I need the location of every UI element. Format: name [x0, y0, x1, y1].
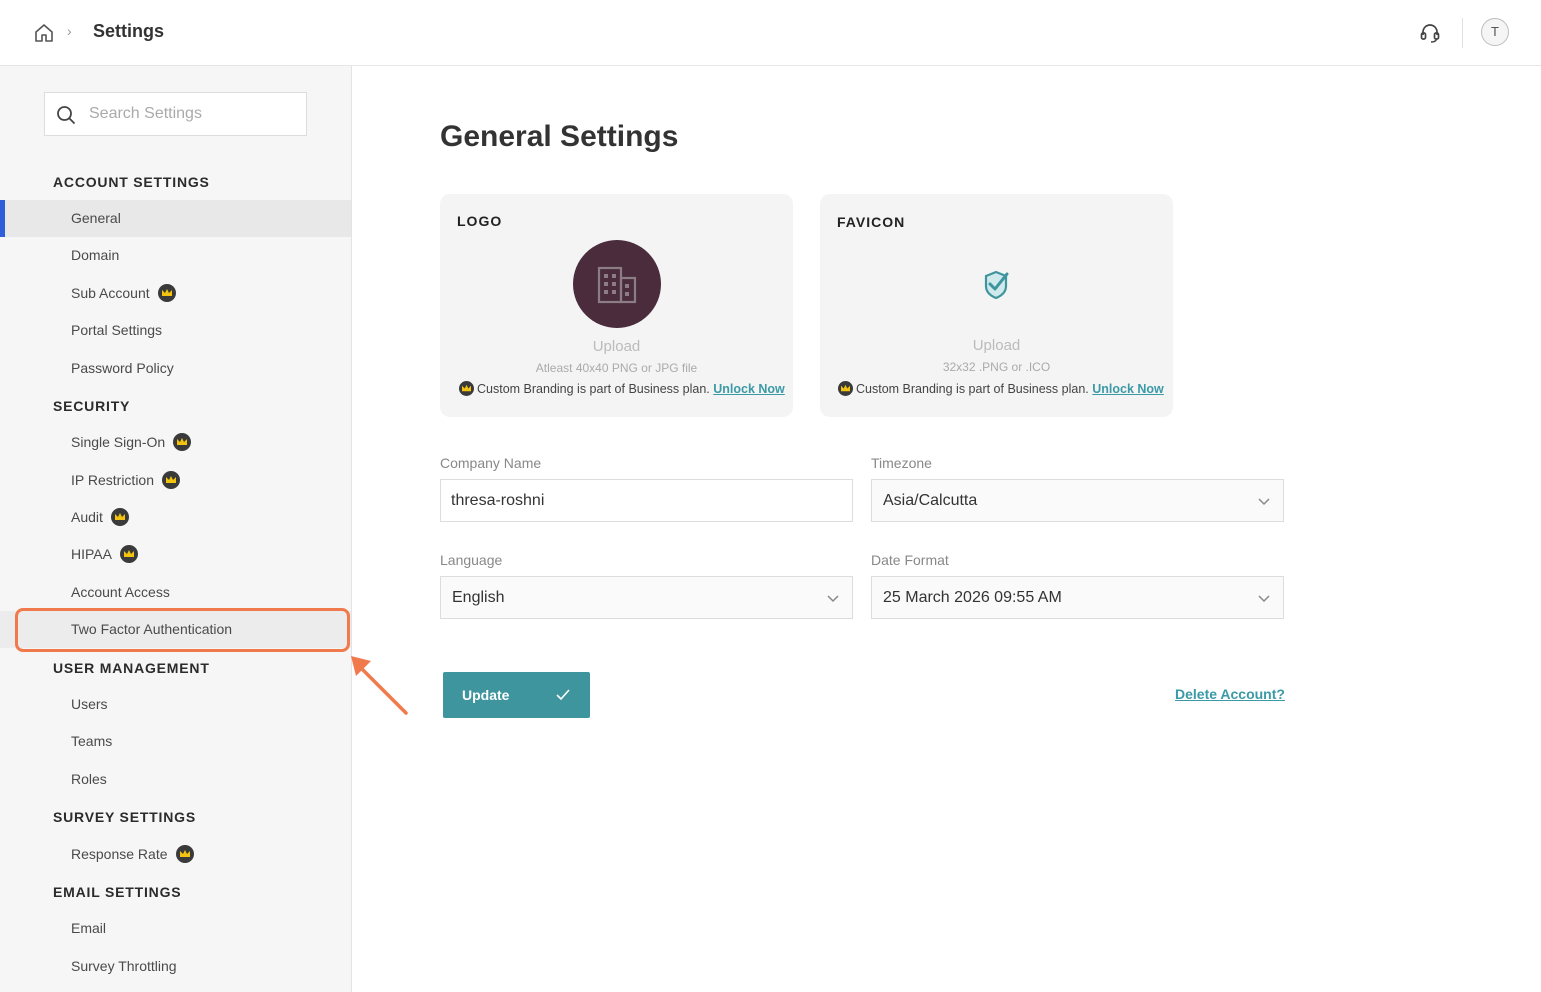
- crown-icon: [838, 381, 853, 397]
- section-security: SECURITY: [53, 398, 131, 414]
- sidebar-item-roles[interactable]: Roles: [0, 761, 351, 798]
- company-name-value: thresa-roshni: [451, 492, 545, 509]
- search-input[interactable]: [89, 93, 299, 135]
- sidebar-item-label: Account Access: [71, 584, 170, 600]
- search-box: [44, 92, 307, 136]
- section-account-settings: ACCOUNT SETTINGS: [53, 174, 210, 190]
- date-format-label: Date Format: [871, 552, 949, 568]
- chevron-right-icon: ›: [67, 23, 72, 39]
- favicon-plan-note: Custom Branding is part of Business plan…: [838, 381, 1164, 397]
- sidebar-item-survey-throttling[interactable]: Survey Throttling: [0, 948, 351, 985]
- plan-note-text: Custom Branding is part of Business plan…: [477, 382, 710, 396]
- crown-icon: [175, 845, 194, 864]
- company-name-field[interactable]: thresa-roshni: [440, 479, 853, 522]
- home-icon[interactable]: [33, 22, 55, 44]
- sidebar-item-label: Sub Account: [71, 285, 150, 301]
- language-label: Language: [440, 552, 503, 568]
- crown-icon: [459, 381, 474, 397]
- update-button[interactable]: Update: [443, 672, 590, 718]
- breadcrumb-title: Settings: [93, 21, 165, 41]
- language-value: English: [452, 589, 505, 606]
- logo-placeholder[interactable]: [573, 240, 661, 328]
- sidebar-item-response-rate[interactable]: Response Rate: [0, 836, 351, 873]
- favicon-card: FAVICON Upload 32x32 .PNG or .ICO Custom…: [820, 194, 1173, 417]
- sidebar-item-hipaa[interactable]: HIPAA: [0, 536, 351, 573]
- unlock-now-link[interactable]: Unlock Now: [713, 382, 785, 396]
- delete-account-link[interactable]: Delete Account?: [1175, 686, 1285, 702]
- sidebar-item-label: Response Rate: [71, 846, 168, 862]
- header-divider: [1462, 18, 1463, 48]
- sidebar-item-general[interactable]: General: [0, 200, 351, 237]
- date-format-select[interactable]: 25 March 2026 09:55 AM: [871, 576, 1284, 619]
- sidebar-item-teams[interactable]: Teams: [0, 723, 351, 760]
- favicon-card-title: FAVICON: [837, 214, 906, 230]
- sidebar-item-sub-account[interactable]: Sub Account: [0, 275, 351, 312]
- building-icon: [597, 266, 637, 304]
- crown-icon: [173, 433, 192, 452]
- sidebar-item-label: Audit: [71, 509, 103, 525]
- logo-upload[interactable]: Upload: [440, 338, 793, 355]
- headset-icon[interactable]: [1418, 21, 1442, 45]
- chevron-down-icon: [1258, 595, 1270, 603]
- search-icon: [57, 106, 75, 124]
- sidebar-item-domain[interactable]: Domain: [0, 237, 351, 274]
- logo-card: LOGO Upload Atleast 40x40 PNG or JPG fil…: [440, 194, 793, 417]
- sidebar-item-label: Roles: [71, 771, 107, 787]
- crown-icon: [162, 471, 180, 490]
- avatar[interactable]: T: [1481, 18, 1509, 46]
- page-title: General Settings: [440, 120, 679, 153]
- date-format-value: 25 March 2026 09:55 AM: [883, 589, 1062, 606]
- sidebar-item-audit[interactable]: Audit: [0, 499, 351, 536]
- favicon-upload[interactable]: Upload: [820, 337, 1173, 354]
- sidebar-item-label: Users: [71, 696, 108, 712]
- sidebar-item-label: General: [71, 210, 121, 226]
- settings-sidebar: ACCOUNT SETTINGS General Domain Sub Acco…: [0, 66, 352, 992]
- sidebar-item-label: Password Policy: [71, 360, 174, 376]
- sidebar-item-portal-settings[interactable]: Portal Settings: [0, 312, 351, 349]
- logo-plan-note: Custom Branding is part of Business plan…: [459, 381, 785, 397]
- sidebar-item-label: Single Sign-On: [71, 434, 166, 450]
- timezone-value: Asia/Calcutta: [883, 492, 978, 509]
- check-icon: [556, 689, 570, 701]
- sidebar-item-account-access[interactable]: Account Access: [0, 574, 351, 611]
- logo-upload-hint: Atleast 40x40 PNG or JPG file: [535, 361, 698, 375]
- sidebar-item-ip-restriction[interactable]: IP Restriction: [0, 462, 351, 499]
- chevron-down-icon: [827, 595, 839, 603]
- chevron-down-icon: [1258, 498, 1270, 506]
- section-user-management: USER MANAGEMENT: [53, 660, 210, 676]
- timezone-label: Timezone: [871, 455, 932, 471]
- sidebar-item-label: Domain: [71, 247, 120, 263]
- language-select[interactable]: English: [440, 576, 853, 619]
- sidebar-item-label: Email: [71, 920, 107, 936]
- favicon-check-icon[interactable]: [976, 264, 1016, 304]
- section-email-settings: EMAIL SETTINGS: [53, 884, 182, 900]
- crown-icon: [119, 545, 138, 564]
- crown-icon: [110, 508, 129, 527]
- section-survey-settings: SURVEY SETTINGS: [53, 809, 196, 825]
- arrow-icon: [351, 656, 408, 715]
- top-bar: › Settings T: [0, 0, 1541, 66]
- sidebar-item-sso[interactable]: Single Sign-On: [0, 424, 351, 461]
- unlock-now-link[interactable]: Unlock Now: [1092, 382, 1164, 396]
- sidebar-item-email[interactable]: Email: [0, 910, 351, 947]
- sidebar-item-password-policy[interactable]: Password Policy: [0, 350, 351, 387]
- sidebar-item-label: IP Restriction: [71, 472, 154, 488]
- crown-icon: [157, 284, 176, 303]
- highlight-box: [15, 608, 350, 652]
- sidebar-item-label: Portal Settings: [71, 322, 163, 338]
- company-name-label: Company Name: [440, 455, 542, 471]
- sidebar-item-label: HIPAA: [71, 546, 112, 562]
- sidebar-item-label: Teams: [71, 733, 113, 749]
- favicon-upload-hint: 32x32 .PNG or .ICO: [942, 360, 1051, 374]
- plan-note-text: Custom Branding is part of Business plan…: [856, 382, 1089, 396]
- timezone-select[interactable]: Asia/Calcutta: [871, 479, 1284, 522]
- update-button-label: Update: [462, 687, 510, 703]
- logo-card-title: LOGO: [457, 213, 503, 229]
- sidebar-item-users[interactable]: Users: [0, 686, 351, 723]
- sidebar-item-label: Survey Throttling: [71, 958, 177, 974]
